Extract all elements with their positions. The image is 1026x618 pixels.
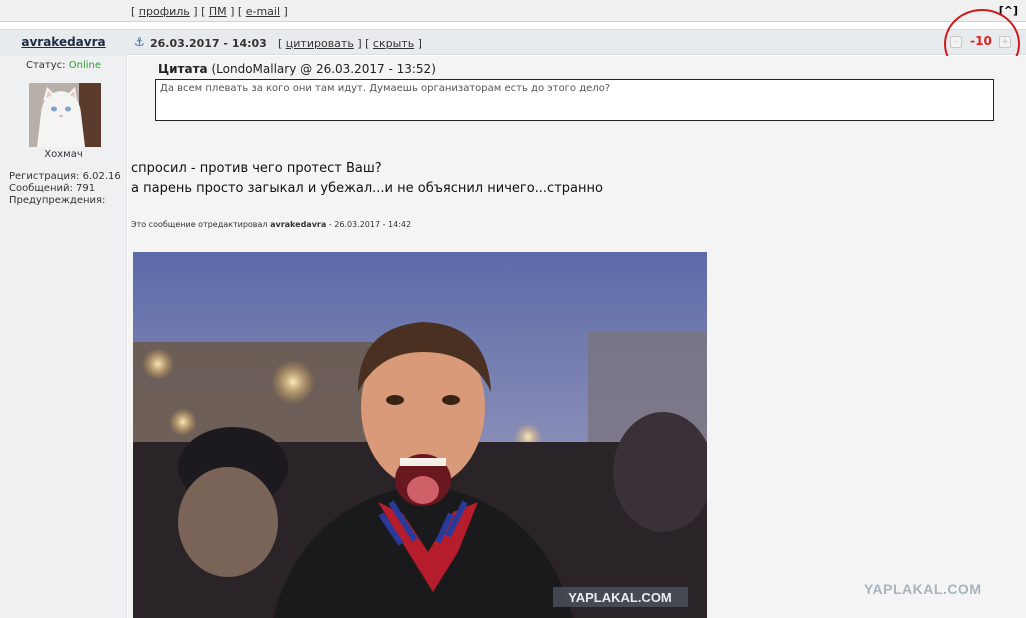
user-status: Статус: Online <box>0 60 127 71</box>
post-photo[interactable]: YAPLAKAL.COM <box>133 252 707 618</box>
message-count: Сообщений: 791 <box>9 183 96 194</box>
edit-note-prefix: Это сообщение отредактировал <box>131 220 268 229</box>
post-actions: [ цитировать ] [ скрыть ] <box>278 37 422 50</box>
user-sidebar: Статус: Online Хохмач Регистрация: 6.02.… <box>0 56 127 618</box>
post-header: avrakedavra ⚓ 26.03.2017 - 14:03 [ цитир… <box>0 29 1026 56</box>
post-date: 26.03.2017 - 14:03 <box>150 37 267 50</box>
bracket: [ <box>278 37 283 50</box>
protest-photo-image: YAPLAKAL.COM <box>133 252 707 618</box>
warnings: Предупреждения: <box>9 195 106 206</box>
bracket: ] <box>283 5 288 18</box>
status-label: Статус: <box>26 60 66 71</box>
site-watermark: YAPLAKAL.COM <box>864 581 982 597</box>
edit-note: Это сообщение отредактировал avrakedavra… <box>131 220 411 229</box>
photo-watermark: YAPLAKAL.COM <box>568 590 672 605</box>
status-value: Online <box>68 60 101 71</box>
post-body-line: спросил - против чего протест Ваш? <box>131 161 382 176</box>
quote-source: (LondoMallary @ 26.03.2017 - 13:52) <box>211 62 436 76</box>
profile-links: [ профиль ] [ ПМ ] [ e-mail ] <box>131 5 288 18</box>
quote-button[interactable]: цитировать <box>286 37 354 50</box>
registration-date: Регистрация: 6.02.16 <box>9 171 121 182</box>
author-name-link[interactable]: avrakedavra <box>21 35 105 49</box>
edit-note-suffix: - 26.03.2017 - 14:42 <box>328 220 412 229</box>
post-content: Цитата (LondoMallary @ 26.03.2017 - 13:5… <box>128 56 1026 618</box>
post-body: спросил - против чего протест Ваш? а пар… <box>131 159 603 199</box>
anchor-icon[interactable]: ⚓ <box>134 35 145 49</box>
bracket: ] <box>417 37 422 50</box>
profile-links-bar: [ профиль ] [ ПМ ] [ e-mail ] [^] <box>0 0 1026 22</box>
avatar[interactable] <box>29 83 101 147</box>
user-stats: Регистрация: 6.02.16 Сообщений: 791 Пред… <box>9 171 121 207</box>
quote-box: Да всем плевать за кого они там идут. Ду… <box>155 79 994 121</box>
separator: ] [ <box>357 37 370 50</box>
separator: ] [ <box>193 5 206 18</box>
profile-link[interactable]: профиль <box>139 5 190 18</box>
cat-avatar-image <box>29 83 101 147</box>
author-cell: avrakedavra <box>0 30 127 56</box>
avatar-caption: Хохмач <box>44 149 83 160</box>
quote-header: Цитата (LondoMallary @ 26.03.2017 - 13:5… <box>158 62 436 76</box>
pm-link[interactable]: ПМ <box>209 5 227 18</box>
separator: ] [ <box>230 5 243 18</box>
post-body-line: а парень просто загыкал и убежал...и не … <box>131 181 603 196</box>
hide-button[interactable]: скрыть <box>373 37 414 50</box>
bracket: [ <box>131 5 136 18</box>
email-link[interactable]: e-mail <box>246 5 280 18</box>
edit-note-editor: avrakedavra <box>270 220 327 229</box>
quote-label: Цитата <box>158 62 208 76</box>
